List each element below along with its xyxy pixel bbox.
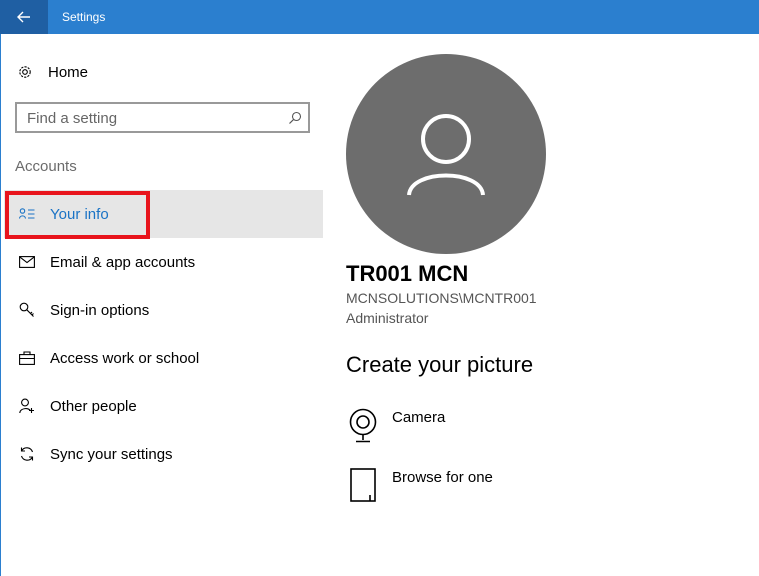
sidebar-item-label: Other people: [50, 397, 137, 415]
back-button[interactable]: [0, 0, 48, 34]
main-content: TR001 MCN MCNSOLUTIONS\MCNTR001 Administ…: [323, 34, 759, 576]
title-bar: Settings: [0, 0, 759, 34]
browse-file-icon: [346, 468, 380, 502]
back-arrow-icon: [17, 11, 30, 23]
sidebar-item-access-work-or-school[interactable]: Access work or school: [4, 334, 323, 382]
user-silhouette-icon: [407, 114, 485, 196]
sync-icon: [16, 446, 38, 462]
sidebar-item-sync-your-settings[interactable]: Sync your settings: [4, 430, 323, 478]
sidebar-item-label: Sign-in options: [50, 301, 150, 319]
mail-icon: [16, 256, 38, 268]
camera-option-label: Camera: [392, 409, 446, 426]
camera-icon: [346, 408, 380, 444]
briefcase-icon: [16, 351, 38, 365]
create-picture-heading: Create your picture: [346, 352, 534, 377]
highlight-annotation: [5, 191, 150, 239]
user-account-name: MCNSOLUTIONS\MCNTR001: [346, 290, 537, 306]
sidebar: Home Find a setting Accounts Your info E…: [1, 34, 323, 576]
browse-option[interactable]: Browse for one: [346, 468, 493, 508]
avatar: [346, 54, 546, 254]
key-icon: [16, 302, 38, 318]
sidebar-item-label: Access work or school: [50, 349, 200, 367]
sidebar-item-label: Sync your settings: [50, 445, 173, 463]
sidebar-item-other-people[interactable]: Other people: [4, 382, 323, 430]
gear-icon: [19, 66, 31, 78]
camera-option[interactable]: Camera: [346, 408, 445, 448]
search-icon[interactable]: [288, 111, 302, 125]
home-link[interactable]: Home: [17, 62, 88, 82]
person-add-icon: [16, 398, 38, 414]
user-role: Administrator: [346, 310, 429, 326]
window-title: Settings: [62, 10, 106, 24]
user-display-name: TR001 MCN: [346, 261, 469, 286]
section-label-accounts: Accounts: [15, 158, 77, 175]
search-placeholder: Find a setting: [27, 110, 118, 127]
browse-option-label: Browse for one: [392, 469, 493, 486]
sidebar-item-email-app-accounts[interactable]: Email & app accounts: [4, 238, 323, 286]
home-label: Home: [48, 63, 89, 81]
sidebar-item-label: Email & app accounts: [50, 253, 196, 271]
sidebar-item-sign-in-options[interactable]: Sign-in options: [4, 286, 323, 334]
search-input[interactable]: Find a setting: [15, 102, 310, 133]
